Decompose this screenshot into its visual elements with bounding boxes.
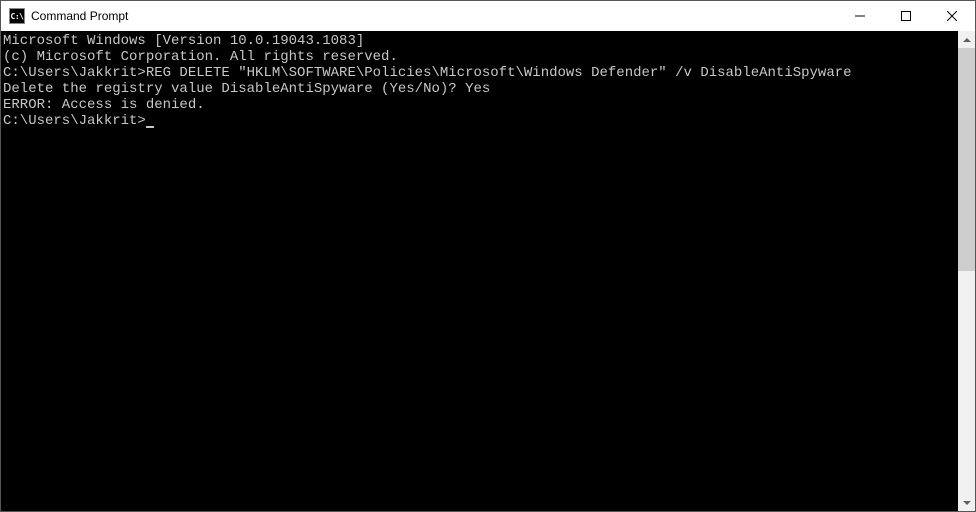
terminal-line: (c) Microsoft Corporation. All rights re… <box>3 49 958 65</box>
terminal-line: Delete the registry value DisableAntiSpy… <box>3 81 958 97</box>
terminal-prompt-line: C:\Users\Jakkrit> <box>3 113 958 129</box>
scroll-down-arrow-icon[interactable] <box>958 494 975 511</box>
terminal-line: ERROR: Access is denied. <box>3 97 958 113</box>
cursor <box>146 126 154 128</box>
scroll-up-arrow-icon[interactable] <box>958 31 975 48</box>
window-title: Command Prompt <box>31 9 128 23</box>
scroll-thumb[interactable] <box>958 48 975 271</box>
terminal-line: Microsoft Windows [Version 10.0.19043.10… <box>3 33 958 49</box>
titlebar-controls <box>837 1 975 31</box>
scroll-track[interactable] <box>958 48 975 494</box>
maximize-button[interactable] <box>883 1 929 31</box>
cmd-icon: C:\ <box>9 8 25 24</box>
vertical-scrollbar[interactable] <box>958 31 975 511</box>
minimize-button[interactable] <box>837 1 883 31</box>
command-prompt-window: C:\ Command Prompt Microsoft Windows [Ve… <box>0 0 976 512</box>
close-button[interactable] <box>929 1 975 31</box>
terminal-line: C:\Users\Jakkrit>REG DELETE "HKLM\SOFTWA… <box>3 65 958 81</box>
terminal-prompt: C:\Users\Jakkrit> <box>3 113 146 129</box>
terminal-area: Microsoft Windows [Version 10.0.19043.10… <box>1 31 975 511</box>
titlebar[interactable]: C:\ Command Prompt <box>1 1 975 31</box>
titlebar-left: C:\ Command Prompt <box>1 8 128 24</box>
terminal-content[interactable]: Microsoft Windows [Version 10.0.19043.10… <box>1 31 958 511</box>
